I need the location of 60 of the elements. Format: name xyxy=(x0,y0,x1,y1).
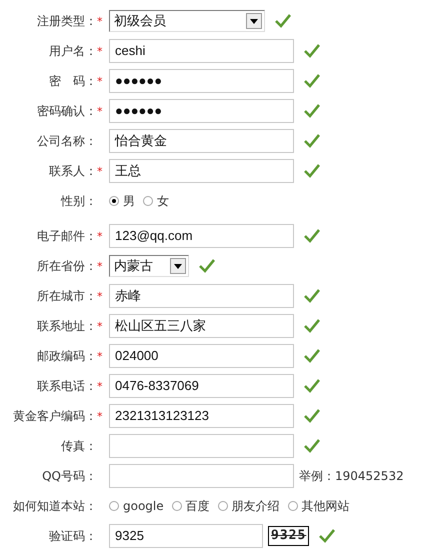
required-asterisk: * xyxy=(97,104,104,118)
field-label: 公司名称： xyxy=(37,132,97,150)
field-label: 邮政编码： xyxy=(37,348,97,364)
required-asterisk: * xyxy=(97,410,104,422)
radio-button[interactable] xyxy=(143,196,153,206)
input-field[interactable]: 9325 xyxy=(109,524,263,548)
field-label: 如何知道本站： xyxy=(13,498,97,514)
radio-button[interactable] xyxy=(109,501,119,511)
radio-button[interactable] xyxy=(172,501,182,511)
field-label: 密码确认： xyxy=(37,102,97,120)
radio-label[interactable]: 朋友介绍 xyxy=(232,498,280,514)
radio-button[interactable] xyxy=(218,501,228,511)
radio-label[interactable]: 男 xyxy=(123,192,135,210)
input-field[interactable] xyxy=(109,434,294,458)
field-label: 注册类型： xyxy=(37,12,97,30)
field-label: 用户名： xyxy=(49,42,97,60)
required-asterisk: * xyxy=(97,14,104,28)
field-label: 性别： xyxy=(61,192,97,210)
input-field[interactable]: ceshi xyxy=(109,39,294,63)
required-asterisk: * xyxy=(97,230,104,242)
field-label: 联系电话： xyxy=(37,378,97,394)
field-label: 联系地址： xyxy=(37,318,97,334)
required-asterisk: * xyxy=(97,260,104,272)
radio-label[interactable]: 女 xyxy=(157,192,169,210)
required-asterisk: * xyxy=(97,320,104,332)
field-label: 验证码： xyxy=(49,528,97,544)
field-label: 联系人： xyxy=(49,162,97,180)
field-label: 电子邮件： xyxy=(37,228,97,244)
radio-button[interactable] xyxy=(288,501,298,511)
dropdown[interactable]: 初级会员 xyxy=(109,10,265,32)
required-asterisk: * xyxy=(97,44,104,58)
input-field[interactable] xyxy=(109,464,294,488)
field-label: 传真： xyxy=(61,438,97,454)
input-field[interactable]: ●●●●●● xyxy=(109,69,294,93)
field-label: 所在省份： xyxy=(37,258,97,274)
field-label: QQ号码： xyxy=(42,468,97,484)
required-asterisk: * xyxy=(97,290,104,302)
input-field[interactable]: 王总 xyxy=(109,159,294,183)
input-field[interactable]: ●●●●●● xyxy=(109,99,294,123)
required-asterisk: * xyxy=(97,380,104,392)
radio-button[interactable] xyxy=(109,196,119,206)
input-field[interactable]: 怡合黄金 xyxy=(109,129,294,153)
input-field[interactable]: 2321313123123 xyxy=(109,404,294,428)
dropdown[interactable]: 内蒙古 xyxy=(109,255,189,277)
captcha-image: 9325 xyxy=(268,526,310,546)
field-label: 黄金客户编码： xyxy=(13,408,97,424)
radio-label[interactable]: 其他网站 xyxy=(302,498,350,514)
input-field[interactable]: 024000 xyxy=(109,344,294,368)
hint-text: 举例：190452532 xyxy=(299,468,404,484)
input-field[interactable]: 赤峰 xyxy=(109,284,294,308)
field-label: 所在城市： xyxy=(37,288,97,304)
field-label: 密 码： xyxy=(49,72,97,90)
radio-label[interactable]: 百度 xyxy=(186,498,210,514)
radio-label[interactable]: google xyxy=(123,499,164,513)
input-field[interactable]: 123@qq.com xyxy=(109,224,294,248)
required-asterisk: * xyxy=(97,164,104,178)
required-asterisk: * xyxy=(97,74,104,88)
input-field[interactable]: 松山区五三八家 xyxy=(109,314,294,338)
required-asterisk: * xyxy=(97,350,104,362)
input-field[interactable]: 0476-8337069 xyxy=(109,374,294,398)
